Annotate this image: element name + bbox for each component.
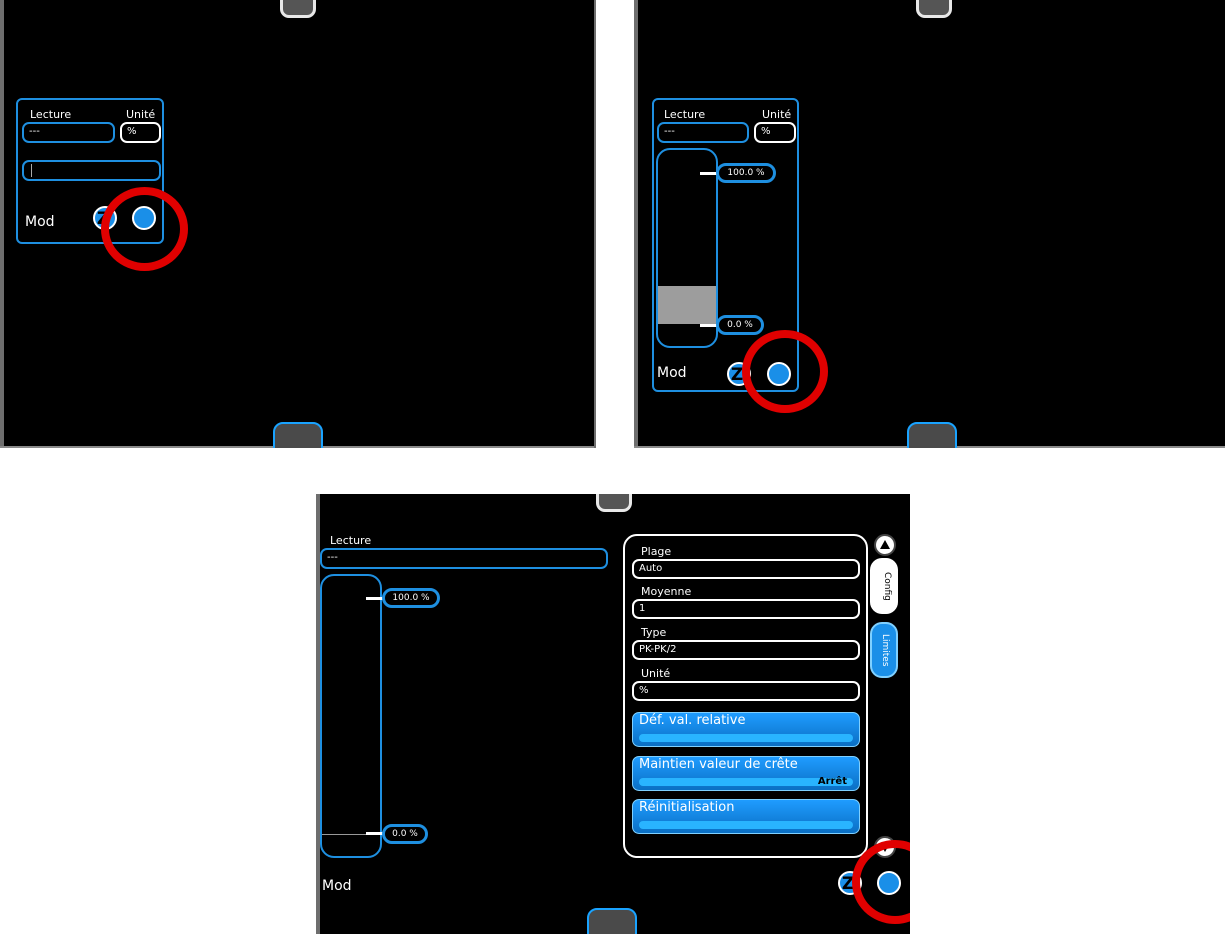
peak-hold-label: Maintien valeur de crête xyxy=(639,757,798,772)
top-drawer-handle[interactable] xyxy=(596,494,632,512)
bottom-drawer-handle[interactable] xyxy=(907,422,957,448)
bar-graph-horizontal xyxy=(22,160,161,181)
bar-graph-vertical xyxy=(320,574,382,858)
top-drawer-handle[interactable] xyxy=(916,0,952,18)
top-drawer-handle[interactable] xyxy=(280,0,316,18)
type-field[interactable]: PK-PK/2 xyxy=(632,640,860,660)
scroll-up-button[interactable] xyxy=(874,534,896,556)
mod-label: Mod xyxy=(25,214,55,230)
tab-limits[interactable]: Limites xyxy=(870,622,898,678)
set-relative-label: Déf. val. relative xyxy=(639,713,746,728)
bottom-drawer-handle[interactable] xyxy=(587,908,637,934)
moyenne-label: Moyenne xyxy=(641,585,692,598)
screen-1: Lecture Unité --- % Mod Z xyxy=(0,0,596,448)
bar-graph-vertical xyxy=(656,148,718,348)
screen-2: Lecture Unité --- % 100.0 % 0.0 % Mod Z xyxy=(634,0,1225,448)
plage-field[interactable]: Auto xyxy=(632,559,860,579)
button-track xyxy=(639,821,853,829)
plage-label: Plage xyxy=(641,545,672,558)
lecture-label: Lecture xyxy=(30,108,72,121)
peak-hold-value: Arrêt xyxy=(817,776,847,787)
type-label: Type xyxy=(641,626,667,639)
peak-hold-button[interactable]: Maintien valeur de crête Arrêt xyxy=(632,756,860,791)
upper-limit-value[interactable]: 100.0 % xyxy=(382,588,440,608)
screen-3: Lecture --- 100.0 % 0.0 % Mod Z Plage Au… xyxy=(316,494,910,934)
up-arrow-icon xyxy=(880,540,890,549)
bar-graph-indicator xyxy=(31,164,32,177)
lecture-label: Lecture xyxy=(664,108,706,121)
tab-config[interactable]: Config xyxy=(870,558,898,614)
lecture-field: --- xyxy=(657,122,749,143)
unite-label: Unité xyxy=(641,667,671,680)
bar-graph-fill xyxy=(658,286,716,324)
unite-field[interactable]: % xyxy=(120,122,161,143)
highlight-ring xyxy=(742,330,828,413)
lecture-label: Lecture xyxy=(330,534,372,547)
screen-edge xyxy=(0,0,4,448)
config-panel: Plage Auto Moyenne 1 Type PK-PK/2 Unité … xyxy=(623,534,868,858)
screen-edge xyxy=(594,0,596,448)
set-relative-button[interactable]: Déf. val. relative xyxy=(632,712,860,747)
reset-label: Réinitialisation xyxy=(639,800,735,815)
moyenne-field[interactable]: 1 xyxy=(632,599,860,619)
upper-limit-value[interactable]: 100.0 % xyxy=(716,163,776,183)
unite-field[interactable]: % xyxy=(754,122,796,143)
unite-label: Unité xyxy=(126,108,156,121)
mod-label: Mod xyxy=(322,878,352,894)
bottom-drawer-handle[interactable] xyxy=(273,422,323,448)
reset-button[interactable]: Réinitialisation xyxy=(632,799,860,834)
screen-edge xyxy=(634,0,638,448)
unite-field[interactable]: % xyxy=(632,681,860,701)
unite-label: Unité xyxy=(762,108,792,121)
highlight-ring xyxy=(101,187,188,271)
mod-label: Mod xyxy=(657,365,687,381)
button-track xyxy=(639,734,853,742)
lecture-field: --- xyxy=(320,548,608,569)
lecture-field: --- xyxy=(22,122,115,143)
lower-limit-value[interactable]: 0.0 % xyxy=(382,824,428,844)
lower-limit-value[interactable]: 0.0 % xyxy=(716,315,764,335)
